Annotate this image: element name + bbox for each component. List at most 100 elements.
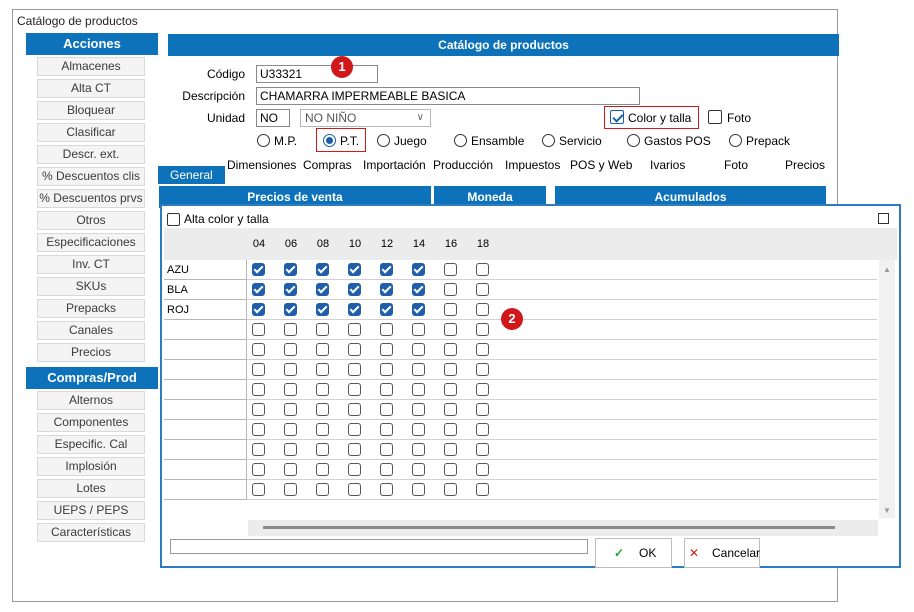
sidebar-item[interactable]: Almacenes bbox=[37, 57, 145, 76]
size-checkbox[interactable] bbox=[476, 443, 489, 456]
size-checkbox[interactable] bbox=[380, 363, 393, 376]
unidad-combo[interactable]: NO NIÑO ∨ bbox=[300, 109, 431, 127]
maximize-icon[interactable] bbox=[878, 213, 889, 224]
size-checkbox[interactable] bbox=[348, 383, 361, 396]
size-checkbox[interactable] bbox=[476, 323, 489, 336]
type-radio[interactable] bbox=[454, 134, 467, 147]
size-checkbox[interactable] bbox=[284, 303, 297, 316]
sidebar-item[interactable]: Características bbox=[37, 523, 145, 542]
dialog-status-field[interactable] bbox=[170, 539, 588, 554]
size-checkbox[interactable] bbox=[284, 423, 297, 436]
color-row-cell[interactable] bbox=[164, 380, 247, 400]
sidebar-item[interactable]: Alta CT bbox=[37, 79, 145, 98]
size-checkbox[interactable] bbox=[412, 423, 425, 436]
sidebar-item[interactable]: Bloquear bbox=[37, 101, 145, 120]
size-checkbox[interactable] bbox=[444, 483, 457, 496]
sidebar-item[interactable]: % Descuentos clis bbox=[37, 167, 145, 186]
sidebar-item[interactable]: UEPS / PEPS bbox=[37, 501, 145, 520]
size-checkbox[interactable] bbox=[476, 383, 489, 396]
color-talla-checkbox[interactable] bbox=[610, 110, 624, 124]
size-checkbox[interactable] bbox=[412, 363, 425, 376]
sidebar-item[interactable]: Descr. ext. bbox=[37, 145, 145, 164]
size-checkbox[interactable] bbox=[476, 303, 489, 316]
size-checkbox[interactable] bbox=[380, 463, 393, 476]
tab[interactable]: Compras bbox=[303, 158, 352, 172]
tab[interactable]: Foto bbox=[724, 158, 748, 172]
type-radio[interactable] bbox=[323, 134, 336, 147]
sidebar-item[interactable]: Lotes bbox=[37, 479, 145, 498]
sidebar-item[interactable]: Inv. CT bbox=[37, 255, 145, 274]
size-checkbox[interactable] bbox=[348, 323, 361, 336]
size-checkbox[interactable] bbox=[412, 403, 425, 416]
sidebar-item[interactable]: Precios bbox=[37, 343, 145, 362]
size-checkbox[interactable] bbox=[476, 423, 489, 436]
size-checkbox[interactable] bbox=[252, 283, 265, 296]
size-checkbox[interactable] bbox=[380, 323, 393, 336]
cancel-button[interactable]: ✕ Cancelar bbox=[684, 538, 760, 568]
tab[interactable]: POS y Web bbox=[570, 158, 632, 172]
size-checkbox[interactable] bbox=[316, 263, 329, 276]
sidebar-item[interactable]: Canales bbox=[37, 321, 145, 340]
size-checkbox[interactable] bbox=[348, 423, 361, 436]
size-checkbox[interactable] bbox=[444, 263, 457, 276]
sidebar-item[interactable]: % Descuentos prvs bbox=[37, 189, 145, 208]
size-checkbox[interactable] bbox=[476, 403, 489, 416]
size-checkbox[interactable] bbox=[412, 343, 425, 356]
foto-checkbox[interactable] bbox=[708, 110, 722, 124]
tab[interactable]: Impuestos bbox=[505, 158, 560, 172]
size-checkbox[interactable] bbox=[444, 323, 457, 336]
size-checkbox[interactable] bbox=[412, 463, 425, 476]
size-checkbox[interactable] bbox=[380, 443, 393, 456]
size-checkbox[interactable] bbox=[316, 383, 329, 396]
size-checkbox[interactable] bbox=[380, 403, 393, 416]
size-checkbox[interactable] bbox=[380, 383, 393, 396]
size-checkbox[interactable] bbox=[348, 303, 361, 316]
size-checkbox[interactable] bbox=[252, 443, 265, 456]
size-checkbox[interactable] bbox=[252, 423, 265, 436]
type-radio[interactable] bbox=[377, 134, 390, 147]
scroll-up-icon[interactable]: ▲ bbox=[883, 265, 891, 274]
size-checkbox[interactable] bbox=[316, 283, 329, 296]
color-row-cell[interactable] bbox=[164, 400, 247, 420]
color-row-cell[interactable]: AZU bbox=[164, 260, 247, 280]
tab[interactable]: Dimensiones bbox=[227, 158, 296, 172]
size-checkbox[interactable] bbox=[284, 383, 297, 396]
type-radio[interactable] bbox=[729, 134, 742, 147]
size-checkbox[interactable] bbox=[444, 423, 457, 436]
size-checkbox[interactable] bbox=[380, 263, 393, 276]
size-checkbox[interactable] bbox=[412, 303, 425, 316]
size-checkbox[interactable] bbox=[476, 283, 489, 296]
size-checkbox[interactable] bbox=[316, 343, 329, 356]
color-row-cell[interactable] bbox=[164, 480, 247, 500]
type-radio[interactable] bbox=[542, 134, 555, 147]
size-checkbox[interactable] bbox=[252, 263, 265, 276]
size-checkbox[interactable] bbox=[412, 443, 425, 456]
size-checkbox[interactable] bbox=[284, 363, 297, 376]
size-checkbox[interactable] bbox=[316, 303, 329, 316]
sidebar-item[interactable]: Especific. Cal bbox=[37, 435, 145, 454]
size-checkbox[interactable] bbox=[412, 483, 425, 496]
size-checkbox[interactable] bbox=[348, 403, 361, 416]
type-radio[interactable] bbox=[627, 134, 640, 147]
size-checkbox[interactable] bbox=[316, 483, 329, 496]
size-checkbox[interactable] bbox=[348, 283, 361, 296]
size-checkbox[interactable] bbox=[348, 343, 361, 356]
scroll-down-icon[interactable]: ▼ bbox=[883, 506, 891, 515]
size-checkbox[interactable] bbox=[412, 323, 425, 336]
sidebar-item[interactable]: SKUs bbox=[37, 277, 145, 296]
color-row-cell[interactable] bbox=[164, 440, 247, 460]
size-checkbox[interactable] bbox=[412, 263, 425, 276]
size-checkbox[interactable] bbox=[444, 403, 457, 416]
size-checkbox[interactable] bbox=[252, 323, 265, 336]
size-checkbox[interactable] bbox=[348, 263, 361, 276]
size-checkbox[interactable] bbox=[444, 463, 457, 476]
size-checkbox[interactable] bbox=[252, 483, 265, 496]
size-checkbox[interactable] bbox=[476, 363, 489, 376]
size-checkbox[interactable] bbox=[252, 343, 265, 356]
size-checkbox[interactable] bbox=[316, 463, 329, 476]
horizontal-scroll-thumb[interactable] bbox=[263, 526, 835, 529]
size-checkbox[interactable] bbox=[316, 423, 329, 436]
size-checkbox[interactable] bbox=[348, 363, 361, 376]
size-checkbox[interactable] bbox=[252, 383, 265, 396]
unidad-field[interactable]: NO bbox=[256, 109, 290, 127]
